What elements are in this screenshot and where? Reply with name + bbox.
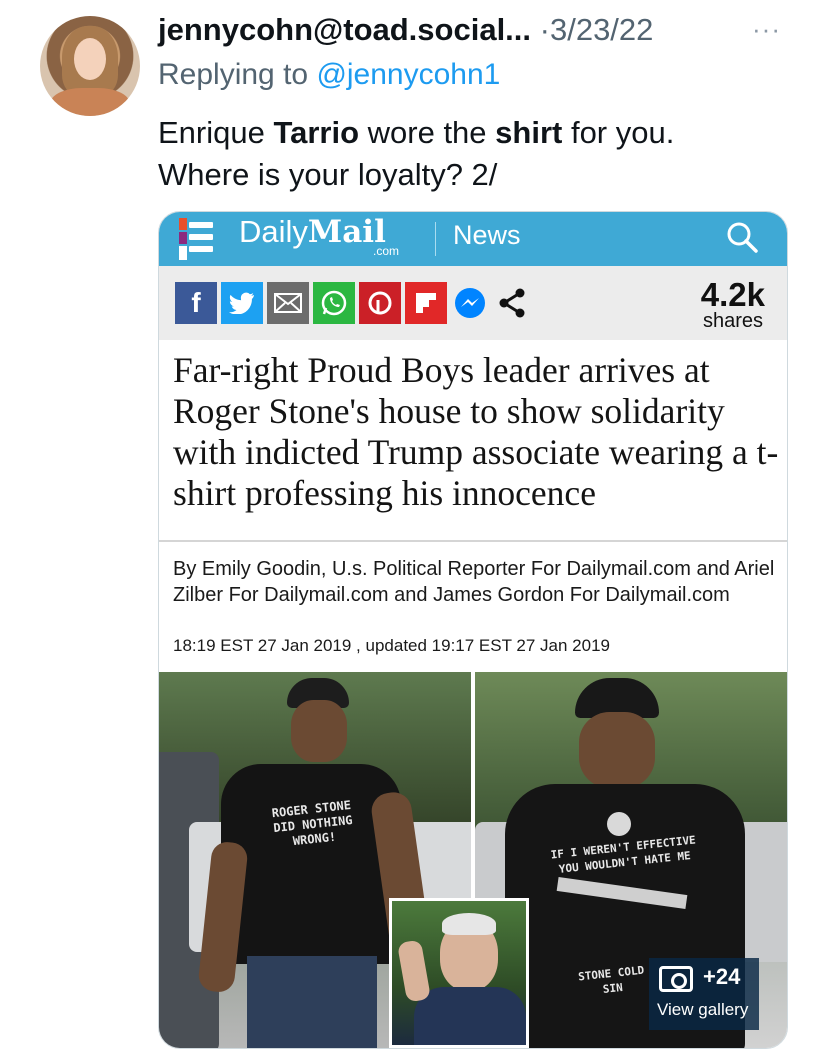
replying-to: Replying to @jennycohn1 (158, 58, 500, 92)
whatsapp-icon (313, 282, 355, 324)
email-icon (267, 282, 309, 324)
avatar[interactable] (40, 16, 140, 116)
view-gallery-button[interactable]: +24 View gallery (649, 958, 759, 1030)
tweet-header: jennycohn@toad.social... ·3/23/22 (158, 12, 798, 52)
twitter-icon (221, 282, 263, 324)
menu-icon (179, 218, 215, 264)
camera-icon (659, 966, 693, 992)
text-bold-shirt: shirt (495, 115, 563, 150)
article-inset-photo (389, 898, 529, 1048)
separator-dot: · (539, 12, 550, 47)
logo-daily: Daily (239, 214, 308, 249)
text-part: for you. (562, 115, 675, 150)
header-divider (435, 222, 436, 256)
share-label: shares (702, 310, 763, 332)
pinterest-icon (359, 282, 401, 324)
facebook-icon: f (175, 282, 217, 324)
dailymail-logo: DailyMail .com (239, 214, 399, 258)
text-part: Where is your loyalty? 2/ (158, 157, 498, 192)
more-options-icon[interactable]: ··· (752, 14, 781, 45)
text-part: Enrique (158, 115, 274, 150)
share-row: f 4.2k shares (159, 266, 787, 340)
text-bold-tarrio: Tarrio (273, 115, 360, 150)
messenger-icon (449, 282, 491, 324)
tweet-date[interactable]: 3/23/22 (550, 12, 653, 47)
tweet-media-image[interactable]: DailyMail .com News f 4.2k shares Far-ri… (158, 211, 788, 1049)
divider (159, 540, 787, 542)
gallery-label: View gallery (657, 1000, 749, 1019)
flipboard-icon (405, 282, 447, 324)
share-count: 4.2k (700, 276, 765, 313)
replying-prefix: Replying to (158, 58, 309, 91)
dailymail-header-bar: DailyMail .com News (159, 212, 787, 266)
tweet-text: Enrique Tarrio wore the shirt for you. W… (158, 112, 798, 196)
search-icon (727, 222, 758, 253)
replying-handle-link[interactable]: @jennycohn1 (316, 58, 500, 91)
article-dateline: 18:19 EST 27 Jan 2019 , updated 19:17 ES… (173, 636, 610, 655)
text-part: wore the (359, 115, 496, 150)
share-icon (491, 282, 533, 324)
article-byline: By Emily Goodin, U.s. Political Reporter… (173, 558, 775, 606)
author-name[interactable]: jennycohn@toad.social... (158, 12, 531, 47)
logo-com: .com (373, 244, 400, 258)
article-headline: Far-right Proud Boys leader arrives at R… (173, 350, 779, 513)
gallery-count: +24 (703, 964, 741, 989)
section-label: News (453, 220, 521, 250)
